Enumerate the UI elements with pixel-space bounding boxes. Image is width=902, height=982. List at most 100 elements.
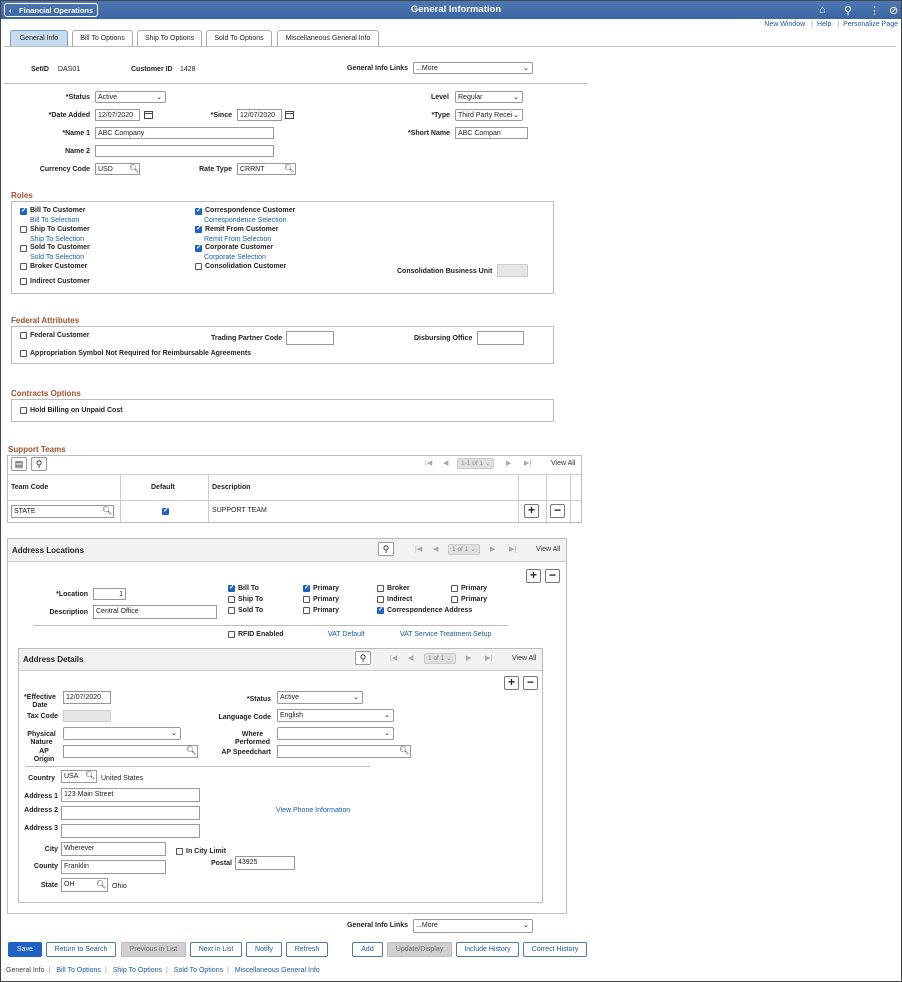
correspondence-selection-link[interactable]: Correspondence Selection — [204, 217, 287, 224]
consolidation-checkbox[interactable] — [195, 263, 202, 270]
lookup-search-icon[interactable]: 🔍︎ — [399, 746, 409, 755]
update-display-button[interactable]: Update/Display — [387, 942, 452, 957]
type-select[interactable]: Third Party Recei ⌄ — [455, 109, 523, 121]
last-page-icon[interactable]: ▶| — [509, 545, 516, 553]
vat-service-link[interactable]: VAT Service Treatment Setup — [400, 631, 491, 638]
navbar-icon[interactable]: ⊘ — [889, 4, 898, 17]
loc-indirect-primary-checkbox[interactable] — [451, 596, 458, 603]
add-address-button[interactable]: + — [526, 569, 541, 583]
tab-bill-to-options[interactable]: Bill To Options — [72, 30, 133, 46]
since-input[interactable]: 12/07/2020 — [237, 109, 282, 121]
lookup-search-icon[interactable]: 🔍︎ — [129, 164, 139, 173]
remit-from-checkbox[interactable] — [195, 224, 202, 233]
address2-input[interactable] — [61, 806, 200, 820]
rfid-checkbox[interactable] — [228, 631, 235, 638]
loc-indirect-checkbox[interactable] — [377, 596, 384, 603]
lookup-search-icon[interactable]: 🔍︎ — [96, 880, 106, 889]
last-page-icon[interactable]: ▶| — [524, 459, 531, 467]
appropriation-checkbox[interactable] — [20, 350, 27, 357]
loc-sold-primary-checkbox[interactable] — [303, 607, 310, 614]
remit-from-selection-link[interactable]: Remit From Selection — [204, 236, 271, 243]
address-view-all-link[interactable]: View All — [536, 546, 560, 553]
address-pager-select[interactable]: 1 of 1 ⌄ — [448, 544, 480, 555]
hold-billing-checkbox[interactable] — [20, 407, 27, 414]
bill-to-checkbox[interactable] — [20, 206, 27, 215]
lookup-search-icon[interactable]: 🔍︎ — [284, 164, 294, 173]
grid-find-icon[interactable]: ⚲ — [31, 457, 47, 471]
address1-input[interactable]: 123 Main Street — [61, 788, 200, 802]
city-input[interactable]: Wherever — [61, 842, 166, 856]
next-in-list-button[interactable]: Next in List — [190, 942, 242, 957]
federal-customer-checkbox[interactable] — [20, 332, 27, 339]
default-checkbox[interactable] — [162, 506, 169, 515]
ap-speedchart-input[interactable] — [277, 745, 411, 758]
first-page-icon[interactable]: |◀ — [390, 654, 397, 662]
previous-page-icon[interactable]: ◀ — [433, 545, 438, 553]
county-input[interactable]: Franklin — [61, 860, 166, 874]
address-find-icon[interactable]: ⚲ — [378, 542, 394, 556]
physical-nature-select[interactable]: ⌄ — [63, 727, 181, 740]
delete-row-button[interactable]: − — [550, 504, 565, 518]
calendar-icon[interactable] — [285, 111, 294, 119]
include-history-button[interactable]: Include History — [456, 942, 519, 957]
loc-correspondence-checkbox[interactable] — [377, 605, 384, 614]
address-description-input[interactable]: Central Office — [93, 605, 217, 619]
postal-input[interactable]: 43925 — [235, 856, 295, 870]
trading-partner-input[interactable] — [286, 331, 334, 345]
in-city-limit-checkbox[interactable] — [176, 848, 183, 855]
support-pager-select[interactable]: 1-1 of 1 ⌄ — [457, 458, 495, 469]
lookup-search-icon[interactable]: 🔍︎ — [186, 746, 196, 755]
location-input[interactable]: 1 — [93, 588, 126, 600]
next-page-icon[interactable]: ▶ — [506, 459, 511, 467]
first-page-icon[interactable]: |◀ — [425, 459, 432, 467]
effective-date-input[interactable]: 12/07/2020 — [63, 691, 111, 704]
correct-history-button[interactable]: Correct History — [523, 942, 587, 957]
level-select[interactable]: Regular ⌄ — [455, 91, 523, 103]
support-view-all-link[interactable]: View All — [551, 460, 575, 467]
short-name-input[interactable]: ABC Compan — [455, 127, 528, 139]
lookup-search-icon[interactable]: 🔍︎ — [102, 506, 112, 515]
loc-ship-primary-checkbox[interactable] — [303, 596, 310, 603]
search-icon[interactable]: ⚲ — [844, 4, 852, 17]
loc-bill-to-checkbox[interactable] — [228, 583, 235, 592]
add-button[interactable]: Add — [352, 942, 383, 957]
ship-to-selection-link[interactable]: Ship To Selection — [30, 236, 84, 243]
vat-default-link[interactable]: VAT Default — [328, 631, 365, 638]
ap-origin-input[interactable] — [63, 745, 198, 758]
name2-input[interactable] — [95, 145, 274, 157]
corporate-selection-link[interactable]: Corporate Selection — [204, 254, 266, 261]
help-link[interactable]: Help — [817, 21, 831, 28]
tab-misc-general-info[interactable]: Miscellaneous General Info — [277, 30, 379, 46]
footer-sold-to-options[interactable]: Sold To Options — [174, 967, 223, 974]
correspondence-checkbox[interactable] — [195, 206, 202, 215]
back-button[interactable]: ‹ Financial Operations — [4, 3, 98, 17]
refresh-button[interactable]: Refresh — [286, 942, 328, 957]
previous-page-icon[interactable]: ◀ — [408, 654, 413, 662]
sold-to-selection-link[interactable]: Sold To Selection — [30, 254, 84, 261]
grid-personalize-icon[interactable]: ▤ — [11, 457, 27, 471]
loc-sold-to-checkbox[interactable] — [228, 607, 235, 614]
loc-broker-checkbox[interactable] — [377, 585, 384, 592]
view-phone-link[interactable]: View Phone Information — [276, 807, 350, 814]
delete-address-button[interactable]: − — [545, 569, 560, 583]
language-code-select[interactable]: English ⌄ — [277, 709, 394, 722]
broker-checkbox[interactable] — [20, 263, 27, 270]
bill-to-selection-link[interactable]: Bill To Selection — [30, 217, 79, 224]
status-select[interactable]: Active ⌄ — [95, 91, 166, 103]
return-to-search-button[interactable]: Return to Search — [46, 942, 116, 957]
general-info-links-select[interactable]: ...More ⌄ — [413, 62, 533, 74]
corporate-checkbox[interactable] — [195, 243, 202, 252]
notify-button[interactable]: Notify — [246, 942, 282, 957]
address3-input[interactable] — [61, 824, 200, 838]
add-detail-button[interactable]: + — [504, 676, 519, 690]
delete-detail-button[interactable]: − — [523, 676, 538, 690]
home-icon[interactable]: ⌂ — [819, 4, 826, 16]
loc-bill-primary-checkbox[interactable] — [303, 583, 310, 592]
tab-ship-to-options[interactable]: Ship To Options — [137, 30, 202, 46]
footer-ship-to-options[interactable]: Ship To Options — [113, 967, 162, 974]
where-performed-select[interactable]: ⌄ — [277, 727, 394, 740]
disbursing-office-input[interactable] — [477, 331, 524, 345]
lookup-search-icon[interactable]: 🔍︎ — [85, 771, 95, 780]
date-added-input[interactable]: 12/07/2020 — [95, 109, 140, 121]
next-page-icon[interactable]: ▶ — [490, 545, 495, 553]
